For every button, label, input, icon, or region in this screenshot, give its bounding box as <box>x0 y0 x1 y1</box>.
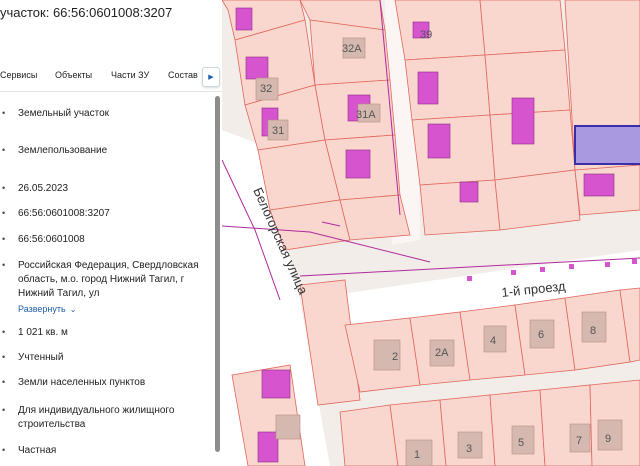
plot-number: 4 <box>490 335 496 347</box>
bullet-icon: • <box>2 327 6 337</box>
plot-number: 5 <box>518 437 524 449</box>
bullet-icon: • <box>2 234 6 244</box>
selected-plot-outline[interactable] <box>574 125 640 165</box>
plot-number: 32 <box>260 83 272 95</box>
panel-tabs: Сервисы Объекты Части ЗУ Состав ▶ <box>0 66 222 88</box>
detail-status: Учтенный <box>18 352 64 363</box>
plot-number: 2 <box>392 351 398 363</box>
tabs-divider <box>0 91 222 92</box>
expand-link-label: Развернуть <box>18 304 66 314</box>
panel-title: участок: 66:56:0601008:3207 <box>0 5 173 20</box>
plot-number: 7 <box>576 435 582 447</box>
detail-quarter: 66:56:0601008 <box>18 234 85 245</box>
bullet-icon: • <box>2 445 6 455</box>
bullet-icon: • <box>2 208 6 218</box>
detail-category: Земли населенных пунктов <box>18 377 146 388</box>
detail-cadastral-number: 66:56:0601008:3207 <box>18 208 110 219</box>
detail-date: 26.05.2023 <box>18 183 69 194</box>
plot-number: 1 <box>414 449 420 461</box>
plot-number: 31 <box>272 125 284 137</box>
plot-number: 31А <box>356 109 376 121</box>
tab-plot-parts[interactable]: Части ЗУ <box>111 70 149 80</box>
plot-number: 8 <box>590 325 596 337</box>
plot-number: 3 <box>466 443 472 455</box>
detail-type: Земельный участок <box>18 108 110 119</box>
tab-services[interactable]: Сервисы <box>0 70 37 80</box>
info-panel: участок: 66:56:0601008:3207 Сервисы Объе… <box>0 0 222 466</box>
plot-number: 6 <box>538 329 544 341</box>
chevron-right-icon: ▶ <box>208 74 214 81</box>
detail-address: Российская Федерация, Свердловская облас… <box>18 260 199 299</box>
plot-number: 32А <box>342 43 362 55</box>
plot-number: 2А <box>435 347 449 359</box>
tabs-scroll-right-button[interactable]: ▶ <box>202 67 220 87</box>
bullet-icon: • <box>2 108 6 118</box>
bullet-icon: • <box>2 145 6 155</box>
plot-number: 9 <box>605 433 611 445</box>
detail-kind: Землепользование <box>18 145 108 156</box>
tab-composition[interactable]: Состав <box>168 70 198 80</box>
bullet-icon: • <box>2 352 6 362</box>
tab-objects[interactable]: Объекты <box>55 70 92 80</box>
bullet-icon: • <box>2 377 6 387</box>
expand-address-link[interactable]: Развернуть ⌄ <box>18 304 76 314</box>
panel-scrollbar[interactable] <box>215 96 220 452</box>
plot-number: 39 <box>420 29 432 41</box>
detail-ownership: Частная <box>18 445 57 456</box>
chevron-down-icon: ⌄ <box>69 305 77 314</box>
detail-permitted-use: Для индивидуального жилищного строительс… <box>18 405 175 430</box>
bullet-icon: • <box>2 260 6 270</box>
detail-area: 1 021 кв. м <box>18 327 68 338</box>
bullet-icon: • <box>2 183 6 193</box>
bullet-icon: • <box>2 405 6 415</box>
